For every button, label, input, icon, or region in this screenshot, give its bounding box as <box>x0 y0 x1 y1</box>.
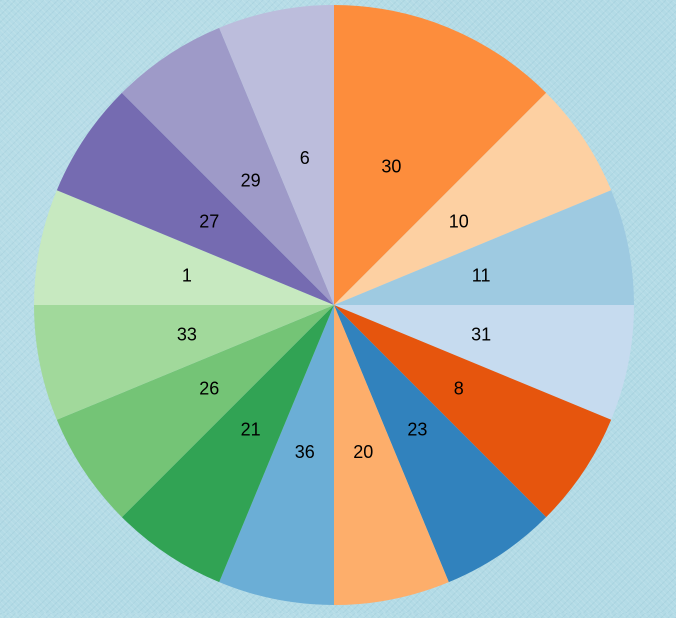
pie-chart-svg: 30 10 11 31 8 23 20 36 21 26 33 1 27 29 6 <box>34 5 634 605</box>
slice-label-11: 11 <box>472 266 491 286</box>
slice-label-20: 20 <box>353 442 373 462</box>
pie-chart: 30 10 11 31 8 23 20 36 21 26 33 1 27 29 6 <box>0 0 676 613</box>
slice-label-8: 8 <box>454 378 464 398</box>
slice-label-36: 36 <box>295 442 315 462</box>
slice-label-21: 21 <box>241 420 261 440</box>
slice-label-29: 29 <box>241 170 261 190</box>
slice-label-27: 27 <box>199 212 219 232</box>
slice-label-30: 30 <box>381 156 401 176</box>
slice-label-6: 6 <box>300 148 310 168</box>
slice-label-23: 23 <box>407 420 427 440</box>
slice-label-31: 31 <box>471 324 491 344</box>
slice-label-26: 26 <box>199 378 219 398</box>
slice-label-33: 33 <box>177 324 197 344</box>
slice-label-10: 10 <box>449 212 469 232</box>
slice-label-1: 1 <box>182 266 192 286</box>
